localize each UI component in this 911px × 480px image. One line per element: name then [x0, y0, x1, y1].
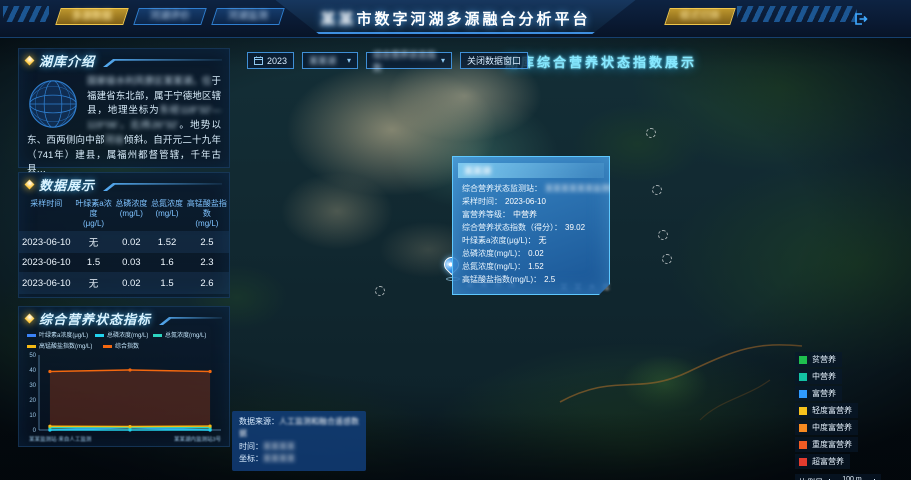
title-rule: [103, 183, 222, 191]
nav-tab-2[interactable]: 河湖评价: [133, 8, 207, 25]
popup-title: 某某湖: [458, 163, 604, 178]
header-decor-left: [3, 6, 49, 22]
map-overlay-title: 湖库综合营养状态指数展示: [505, 52, 697, 71]
dashboard: 某某市数字河湖多源融合分析平台 多源数据河湖评价河湖监测 模式切换 2023 某…: [0, 0, 911, 480]
title-rule: [103, 59, 222, 67]
svg-text:综合指数: 综合指数: [115, 342, 139, 350]
legend-swatch: [799, 390, 807, 398]
svg-text:高锰酸盐指数(mg/L): 高锰酸盐指数(mg/L): [39, 342, 92, 350]
panel-trophic-index-chart: 综合营养状态指标 叶绿素a浓度(μg/L) 总磷浓度(mg/L) 总氮浓度(mg/L…: [18, 306, 230, 447]
header-bar: 某某市数字河湖多源融合分析平台 多源数据河湖评价河湖监测 模式切换: [0, 0, 911, 38]
lake-select[interactable]: 某某湖 ▾: [302, 52, 358, 69]
popup-row: 综合营养状态监测站：某某某某某某监测站: [453, 182, 609, 195]
panel-data-display-header: 数据展示: [19, 173, 229, 195]
legend-item: 中营养: [795, 369, 842, 384]
globe-icon: [27, 78, 79, 130]
map-dotted-marker[interactable]: [662, 254, 672, 264]
calendar-icon: [254, 56, 263, 65]
map-dotted-marker[interactable]: [658, 230, 668, 240]
data-source-box: 数据来源：人工监测和融合遥感数据 时间：某某某某 坐标：某某某某: [232, 411, 366, 471]
panel-lake-intro: 湖库介绍 国家级水利风景区某某湖，位于福建省东北部，属于宁德地区辖县，地理坐标为…: [18, 48, 230, 168]
legend-swatch: [799, 458, 807, 466]
header-decor-right: [737, 6, 857, 22]
legend-swatch: [799, 407, 807, 415]
close-data-window-button[interactable]: 关闭数据窗口: [460, 52, 528, 69]
svg-text:50: 50: [29, 353, 36, 359]
logout-icon[interactable]: [851, 10, 869, 28]
table-header: 总氮浓度 (mg/L): [149, 197, 185, 231]
panel-lake-intro-header: 湖库介绍: [19, 49, 229, 71]
popup-row: 总磷浓度(mg/L)：0.02: [453, 247, 609, 260]
nav-tabs: 多源数据河湖评价河湖监测: [58, 8, 282, 25]
legend-swatch: [799, 441, 807, 449]
legend-item: 超富营养: [795, 454, 850, 469]
trophic-state-legend: 贫营养中营养富营养轻度富营养中度富营养重度富营养超富营养 比例尺 100 m: [795, 352, 881, 480]
legend-swatch: [799, 356, 807, 364]
title-rule: [159, 317, 222, 325]
map-dotted-marker[interactable]: [375, 286, 385, 296]
map-toolbar: 2023 某某湖 ▾ 综合营养状态指数 ▾ 关闭数据窗口: [247, 52, 528, 69]
lake-intro-text: 国家级水利风景区某某湖，位于福建省东北部，属于宁德地区辖县，地理坐标为东经118…: [19, 71, 229, 178]
svg-text:某某监测站·来自人工监测: 某某监测站·来自人工监测: [29, 435, 92, 443]
legend-item: 贫营养: [795, 352, 842, 367]
map-dotted-marker[interactable]: [646, 128, 656, 138]
panel-data-display: 数据展示 采样时间叶绿素a浓度 (μg/L)总磷浓度 (mg/L)总氮浓度 (m…: [18, 172, 230, 298]
popup-row: 富营养等级：中营养: [453, 208, 609, 221]
legend-swatch: [799, 424, 807, 432]
gem-icon: [25, 313, 35, 323]
popup-row: 高锰酸盐指数(mg/L)：2.5: [453, 273, 609, 286]
popup-row: 叶绿素a浓度(μg/L)：无: [453, 234, 609, 247]
mode-switch-button[interactable]: 模式切换: [664, 8, 736, 25]
svg-text:某某湖内监测站3号: 某某湖内监测站3号: [174, 435, 222, 443]
legend-swatch: [799, 373, 807, 381]
legend-item: 富营养: [795, 386, 842, 401]
table-row: 2023-06-10无0.021.522.5: [19, 231, 229, 253]
trend-chart: 叶绿素a浓度(μg/L) 总磷浓度(mg/L) 总氮浓度(mg/L) 高锰酸盐指数(m…: [19, 329, 229, 448]
table-row: 2023-06-10无0.021.52.6: [19, 272, 229, 294]
svg-text:总磷浓度(mg/L): 总磷浓度(mg/L): [107, 331, 148, 339]
table-header: 采样时间: [19, 197, 74, 231]
panel-title: 湖库介绍: [39, 51, 95, 70]
table-header: 高锰酸盐指数 (mg/L): [185, 197, 229, 231]
nav-tab-1[interactable]: 多源数据: [55, 8, 129, 25]
map-dotted-marker[interactable]: [652, 185, 662, 195]
nav-tab-3[interactable]: 河湖监测: [211, 8, 285, 25]
legend-item: 中度富营养: [795, 420, 858, 435]
table-header: 叶绿素a浓度 (μg/L): [74, 197, 114, 231]
popup-row: 采样时间：2023-06-10: [453, 195, 609, 208]
page-title-prefix: 某某: [320, 11, 356, 28]
legend-item: 轻度富营养: [795, 403, 858, 418]
sampling-data-table: 采样时间叶绿素a浓度 (μg/L)总磷浓度 (mg/L)总氮浓度 (mg/L)高…: [19, 197, 229, 294]
table-header: 总磷浓度 (mg/L): [113, 197, 149, 231]
popup-row: 综合营养状态指数（得分）：39.02: [453, 221, 609, 234]
svg-text:0: 0: [33, 428, 37, 434]
intro-segment: 国家级水利风景区某某湖，位: [87, 76, 211, 87]
page-title: 某某市数字河湖多源融合分析平台: [320, 8, 590, 29]
intro-segment: 河谷: [105, 135, 124, 146]
panel-title: 数据展示: [39, 175, 95, 194]
legend-item: 重度富营养: [795, 437, 858, 452]
svg-text:10: 10: [29, 413, 36, 419]
map-scale: 比例尺 100 m: [795, 474, 881, 480]
year-picker[interactable]: 2023: [247, 52, 294, 69]
svg-text:总氮浓度(mg/L): 总氮浓度(mg/L): [165, 331, 206, 339]
chevron-down-icon: ▾: [441, 56, 445, 65]
popup-row: 总氮浓度(mg/L)：1.52: [453, 260, 609, 273]
panel-title: 综合营养状态指标: [39, 309, 151, 328]
svg-text:20: 20: [29, 398, 36, 404]
svg-text:40: 40: [29, 368, 36, 374]
panel-trophic-index-chart-header: 综合营养状态指标: [19, 307, 229, 329]
year-value: 2023: [267, 56, 287, 66]
indicator-select[interactable]: 综合营养状态指数 ▾: [366, 52, 452, 69]
table-row: 2023-06-101.50.031.62.3: [19, 253, 229, 272]
svg-text:30: 30: [29, 383, 36, 389]
station-info-popup: 某某湖 综合营养状态监测站：某某某某某某监测站采样时间：2023-06-10富营…: [452, 156, 610, 295]
chevron-down-icon: ▾: [347, 56, 351, 65]
gem-icon: [25, 179, 35, 189]
gem-icon: [25, 55, 35, 65]
svg-text:叶绿素a浓度(μg/L): 叶绿素a浓度(μg/L): [39, 331, 88, 339]
